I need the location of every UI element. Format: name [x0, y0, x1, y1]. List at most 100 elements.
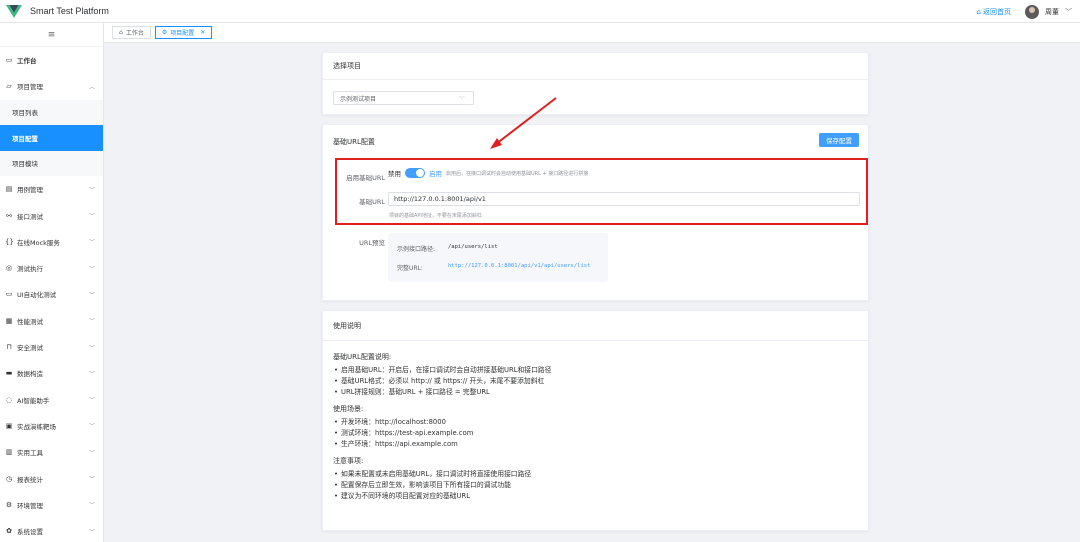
usage-list: 启用基础URL：开启后，在接口调试时会自动拼接基础URL和接口路径基础URL格式… [333, 365, 858, 398]
clock-icon: ◷ [5, 474, 13, 483]
chevron-down-icon: ﹀ [458, 95, 465, 103]
project-select[interactable]: 示例测试项目 ﹀ [333, 91, 474, 105]
enable-switch[interactable] [405, 168, 425, 178]
chevron-down-icon: ﹀ [88, 318, 95, 326]
sidebar-subitem[interactable]: 项目模块 [0, 150, 103, 177]
lock-icon: ⊓ [6, 343, 12, 352]
sidebar-item[interactable]: {} 在线Mock服务 ﹀ [0, 229, 103, 255]
chevron-down-icon: ﹀ [88, 344, 95, 352]
list-item: URL拼接规则：基础URL + 接口路径 = 完整URL [333, 387, 858, 398]
gear-icon: ⚙ [161, 29, 168, 36]
chevron-down-icon: ﹀ [88, 449, 95, 457]
braces-icon: {} [5, 237, 14, 246]
usage-list: 如果未配置或未启用基础URL，接口调试时将直接使用接口路径配置保存后立即生效，影… [333, 469, 858, 502]
enable-toggle-row: 禁用 启用 启用后，在接口调试时会自动使用基础URL + 接口路径进行拼接 [388, 168, 588, 178]
sidebar-item-label: 数据构造 [17, 370, 43, 379]
chevron-down-icon: ﹀ [88, 476, 95, 483]
chevron-down-icon: ﹀ [88, 502, 95, 510]
chevron-down-icon[interactable]: ﹀ [1065, 7, 1072, 17]
sidebar-item[interactable]: ◌ AI智能助手 ﹀ [0, 386, 103, 412]
sidebar-item-label: UI自动化测试 [17, 291, 57, 300]
sidebar-item[interactable]: ◷ 报表统计 ﹀ [0, 465, 103, 491]
sidebar-item[interactable]: ⚙ 环境管理 ﹀ [0, 492, 103, 518]
tab-workbench[interactable]: ⌂ 工作台 [112, 26, 151, 39]
sidebar-item[interactable]: ✿ 系统设置 ﹀ [0, 518, 103, 542]
example-path-value: /api/users/list [448, 244, 498, 250]
sidebar-item-label: 系统设置 [17, 528, 43, 537]
toolbox-icon: ▥ [5, 448, 13, 457]
sidebar-item[interactable]: ▭ 工作台 [0, 47, 103, 73]
card-title: 基础URL配置 [333, 137, 375, 146]
chevron-down-icon: ﹀ [88, 423, 95, 431]
avatar[interactable] [1025, 4, 1039, 19]
base-url-input[interactable]: http://127.0.0.1:8001/api/v1 [388, 192, 860, 206]
full-url-label: 完整URL: [397, 265, 423, 272]
sidebar-item[interactable]: ◎ 测试执行 ﹀ [0, 255, 103, 281]
list-item: 生产环境：https://api.example.com [333, 439, 858, 450]
chevron-down-icon: ﹀ [88, 528, 95, 536]
chevron-down-icon: ﹀ [88, 291, 95, 299]
sidebar-item[interactable]: ▭ UI自动化测试 ﹀ [0, 281, 103, 307]
home-icon: ⌂ [976, 7, 981, 16]
play-icon: ◎ [5, 264, 13, 273]
sidebar-item[interactable]: ⚯ 接口测试 ﹀ [0, 202, 103, 228]
tab-project-config[interactable]: ⚙ 项目配置 ✕ [154, 26, 213, 39]
sidebar-subitem[interactable]: 项目配置 [0, 125, 103, 151]
tab-label: 工作台 [125, 30, 144, 37]
sidebar-subitem[interactable]: 项目列表 [0, 99, 103, 126]
sidebar-item-label: AI智能助手 [17, 396, 50, 405]
usage-content: 基础URL配置说明: 启用基础URL：开启后，在接口调试时会自动拼接基础URL和接… [323, 341, 868, 518]
sidebar-item-label: 工作台 [17, 57, 37, 66]
full-url-value: http://127.0.0.1:8001/api/v1/api/users/l… [448, 263, 591, 269]
preview-label: URL预览 [359, 239, 385, 247]
enabled-text: 启用 [429, 170, 442, 178]
sidebar-item-label: 实用工具 [17, 449, 43, 458]
chevron-down-icon: ﹀ [88, 186, 95, 194]
list-item: 建议为不同环境的项目配置对应的基础URL [333, 491, 858, 502]
chat-icon: ◌ [5, 395, 13, 404]
home-icon: ⌂ [119, 29, 123, 36]
list-item: 如果未配置或未启用基础URL，接口调试时将直接使用接口路径 [333, 469, 858, 480]
usage-list: 开发环境：http://localhost:8000测试环境：https://t… [333, 417, 858, 450]
card-title-row: 基础URL配置 保存配置 [323, 125, 868, 158]
tab-bar: ⌂ 工作台 ⚙ 项目配置 ✕ [104, 23, 1080, 43]
sidebar-item-label: 接口测试 [17, 212, 43, 221]
sidebar-item[interactable]: ▦ 性能测试 ﹀ [0, 308, 103, 334]
sidebar-item[interactable]: ▥ 实用工具 ﹀ [0, 439, 103, 465]
close-icon[interactable]: ✕ [200, 29, 205, 36]
sidebar-item[interactable]: ⊓ 安全测试 ﹀ [0, 334, 103, 360]
top-header: Smart Test Platform ⌂ 返回首页 周董 ﹀ [0, 0, 1080, 23]
home-link[interactable]: ⌂ 返回首页 [977, 7, 1011, 17]
chevron-down-icon: ﹀ [88, 213, 95, 221]
chevron-down-icon: ﹀ [88, 239, 95, 247]
usage-card: 使用说明 基础URL配置说明: 启用基础URL：开启后，在接口调试时会自动拼接基础… [322, 310, 869, 531]
user-name[interactable]: 周董 [1045, 7, 1059, 17]
sidebar-item-label: 安全测试 [17, 344, 43, 353]
sidebar-item-label: 环境管理 [17, 501, 43, 510]
folder-icon: ▱ [6, 82, 12, 91]
enable-hint: 启用后，在接口调试时会自动使用基础URL + 接口路径进行拼接 [446, 170, 589, 177]
sidebar-item[interactable]: ▱ 项目管理 ︿ [0, 73, 103, 99]
sidebar-item-label: 用例管理 [17, 186, 43, 195]
card-title: 使用说明 [323, 311, 868, 341]
sidebar-item-label: 测试执行 [17, 265, 43, 274]
url-hint: 项目的基础API地址，不要在末尾添加斜杠 [389, 213, 482, 219]
list-item: 基础URL格式：必须以 http:// 或 https:// 开头，末尾不要添加… [333, 376, 858, 387]
example-path-label: 示例接口路径: [397, 246, 436, 253]
save-button[interactable]: 保存配置 [819, 133, 859, 147]
card-title: 选择项目 [323, 53, 868, 80]
link-icon: ⚯ [6, 211, 12, 220]
data-icon: ▬ [5, 369, 13, 378]
chevron-down-icon: ﹀ [88, 370, 95, 378]
base-url-card: 基础URL配置 保存配置 启用基础URL 禁用 启用 启用后，在接口调试时会自动… [322, 124, 869, 301]
settings-icon: ✿ [6, 527, 12, 536]
target-icon: ▣ [5, 421, 13, 430]
usage-section-heading: 注意事项: [333, 457, 364, 465]
menu-icon[interactable]: ≡ [0, 23, 103, 47]
sidebar-item[interactable]: ▣ 实战演练靶场 ﹀ [0, 413, 103, 439]
sidebar-item[interactable]: ▤ 用例管理 ﹀ [0, 176, 103, 202]
sidebar-item[interactable]: ▬ 数据构造 ﹀ [0, 360, 103, 386]
home-link-label: 返回首页 [983, 7, 1011, 16]
sidebar-item-label: 在线Mock服务 [17, 238, 60, 247]
app-title: Smart Test Platform [30, 6, 109, 16]
